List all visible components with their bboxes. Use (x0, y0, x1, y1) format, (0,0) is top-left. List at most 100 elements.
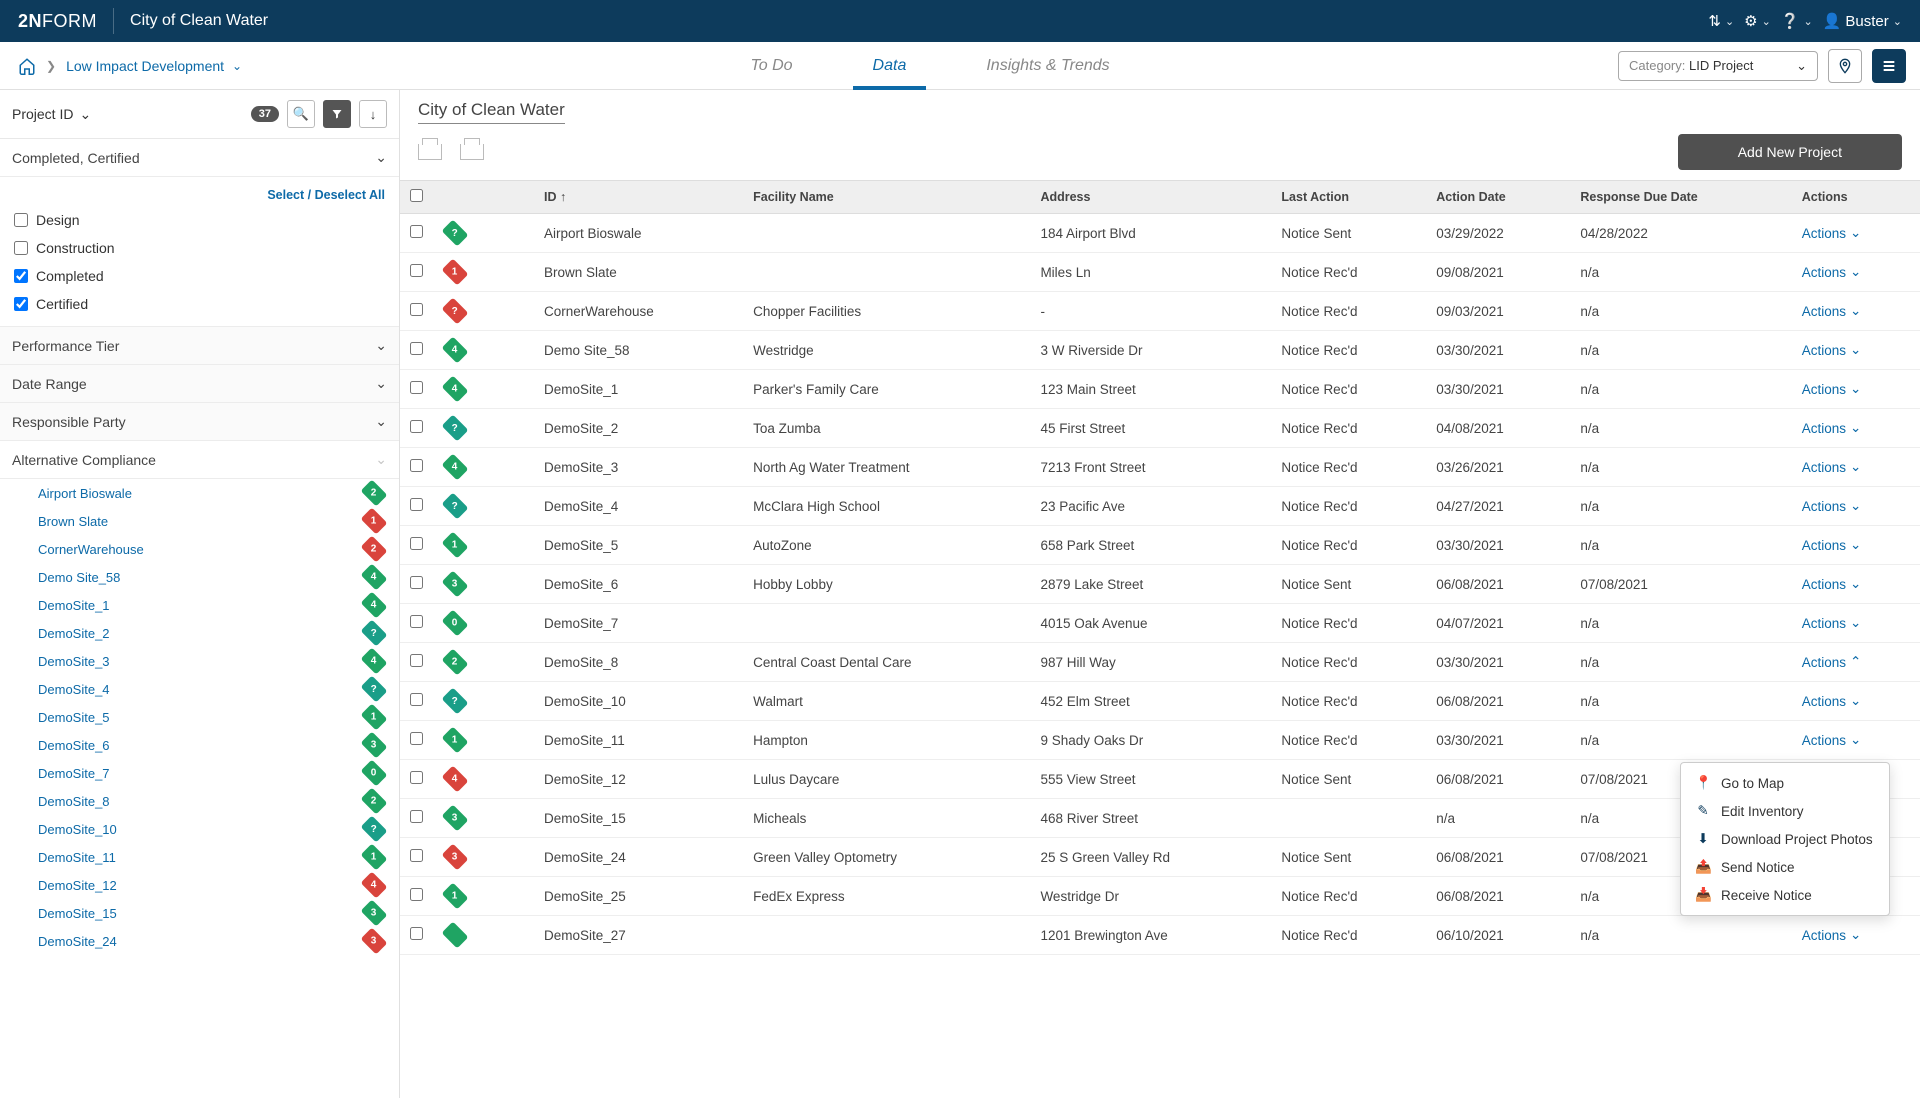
settings-menu[interactable]: ⚙⌄ (1744, 12, 1771, 30)
row-actions-dropdown[interactable]: Actions ⌄ (1802, 381, 1862, 397)
project-link[interactable]: Airport Bioswale (38, 486, 132, 501)
row-actions-dropdown[interactable]: Actions ⌄ (1802, 342, 1862, 358)
sidebar-project-item[interactable]: DemoSite_63 (28, 731, 399, 759)
project-link[interactable]: DemoSite_15 (38, 906, 117, 921)
status-section-header[interactable]: Completed, Certified ⌄ (0, 139, 399, 177)
project-link[interactable]: DemoSite_8 (38, 794, 110, 809)
row-actions-dropdown[interactable]: Actions ⌄ (1802, 303, 1862, 319)
sidebar-project-item[interactable]: Airport Bioswale2 (28, 479, 399, 507)
action-edit-inventory[interactable]: ✎Edit Inventory (1681, 797, 1889, 825)
row-checkbox[interactable] (410, 459, 423, 472)
project-link[interactable]: DemoSite_1 (38, 598, 110, 613)
download-button[interactable]: ↓ (359, 100, 387, 128)
status-checkbox-design[interactable] (14, 213, 28, 227)
row-checkbox[interactable] (410, 342, 423, 355)
row-checkbox[interactable] (410, 498, 423, 511)
project-link[interactable]: DemoSite_6 (38, 738, 110, 753)
col-facility[interactable]: Facility Name (743, 181, 1030, 214)
project-link[interactable]: DemoSite_7 (38, 766, 110, 781)
col-action-date[interactable]: Action Date (1426, 181, 1570, 214)
row-checkbox[interactable] (410, 771, 423, 784)
sidebar-project-item[interactable]: DemoSite_10? (28, 815, 399, 843)
row-actions-dropdown[interactable]: Actions ⌄ (1802, 420, 1862, 436)
sidebar-project-item[interactable]: Brown Slate1 (28, 507, 399, 535)
row-checkbox[interactable] (410, 693, 423, 706)
row-actions-dropdown[interactable]: Actions ⌄ (1802, 615, 1862, 631)
help-menu[interactable]: ❔⌄ (1781, 12, 1813, 30)
project-link[interactable]: DemoSite_5 (38, 710, 110, 725)
row-actions-dropdown[interactable]: Actions ⌄ (1802, 732, 1862, 748)
row-checkbox[interactable] (410, 381, 423, 394)
select-all-checkbox[interactable] (410, 189, 423, 202)
row-checkbox[interactable] (410, 225, 423, 238)
col-response-due[interactable]: Response Due Date (1570, 181, 1791, 214)
status-checkbox-completed[interactable] (14, 269, 28, 283)
tab-insights[interactable]: Insights & Trends (986, 42, 1109, 89)
row-actions-dropdown[interactable]: Actions ⌄ (1802, 576, 1862, 592)
row-actions-dropdown[interactable]: Actions ⌃ (1802, 654, 1862, 670)
row-checkbox[interactable] (410, 303, 423, 316)
action-download-photos[interactable]: ⬇Download Project Photos (1681, 825, 1889, 853)
sidebar-project-item[interactable]: DemoSite_70 (28, 759, 399, 787)
row-checkbox[interactable] (410, 537, 423, 550)
sidebar-project-item[interactable]: DemoSite_124 (28, 871, 399, 899)
row-actions-dropdown[interactable]: Actions ⌄ (1802, 264, 1862, 280)
sidebar-project-item[interactable]: DemoSite_111 (28, 843, 399, 871)
row-checkbox[interactable] (410, 264, 423, 277)
sidebar-project-item[interactable]: DemoSite_2? (28, 619, 399, 647)
row-checkbox[interactable] (410, 927, 423, 940)
project-link[interactable]: Brown Slate (38, 514, 108, 529)
status-checkbox-construction[interactable] (14, 241, 28, 255)
responsible-party-section[interactable]: Responsible Party⌄ (0, 403, 399, 441)
performance-tier-section[interactable]: Performance Tier⌄ (0, 327, 399, 365)
project-link[interactable]: DemoSite_24 (38, 934, 117, 949)
project-link[interactable]: DemoSite_11 (38, 850, 116, 865)
project-link[interactable]: DemoSite_4 (38, 682, 110, 697)
sidebar-project-item[interactable]: DemoSite_4? (28, 675, 399, 703)
row-actions-dropdown[interactable]: Actions ⌄ (1802, 693, 1862, 709)
project-link[interactable]: DemoSite_10 (38, 822, 117, 837)
row-checkbox[interactable] (410, 615, 423, 628)
action-receive-notice[interactable]: 📥Receive Notice (1681, 881, 1889, 909)
project-link[interactable]: DemoSite_2 (38, 626, 110, 641)
date-range-section[interactable]: Date Range⌄ (0, 365, 399, 403)
row-actions-dropdown[interactable]: Actions ⌄ (1802, 498, 1862, 514)
action-send-notice[interactable]: 📤Send Notice (1681, 853, 1889, 881)
row-actions-dropdown[interactable]: Actions ⌄ (1802, 927, 1862, 943)
alternative-compliance-section[interactable]: Alternative Compliance⌄ (0, 441, 399, 479)
inbox-icon[interactable] (460, 144, 484, 160)
status-checkbox-certified[interactable] (14, 297, 28, 311)
sidebar-project-item[interactable]: CornerWarehouse2 (28, 535, 399, 563)
sidebar-project-item[interactable]: DemoSite_243 (28, 927, 399, 955)
sidebar-project-item[interactable]: Demo Site_584 (28, 563, 399, 591)
row-checkbox[interactable] (410, 888, 423, 901)
breadcrumb-current[interactable]: Low Impact Development⌄ (66, 58, 242, 74)
row-actions-dropdown[interactable]: Actions ⌄ (1802, 537, 1862, 553)
sidebar-project-item[interactable]: DemoSite_14 (28, 591, 399, 619)
col-id[interactable]: ID ↑ (534, 181, 743, 214)
col-address[interactable]: Address (1030, 181, 1271, 214)
col-last-action[interactable]: Last Action (1271, 181, 1426, 214)
project-id-dropdown[interactable]: Project ID ⌄ (12, 106, 243, 123)
search-button[interactable]: 🔍 (287, 100, 315, 128)
project-link[interactable]: CornerWarehouse (38, 542, 144, 557)
sidebar-project-item[interactable]: DemoSite_153 (28, 899, 399, 927)
row-checkbox[interactable] (410, 654, 423, 667)
home-icon[interactable] (18, 57, 36, 75)
row-actions-dropdown[interactable]: Actions ⌄ (1802, 459, 1862, 475)
user-menu[interactable]: 👤 Buster ⌄ (1823, 12, 1902, 30)
list-view-button[interactable] (1872, 49, 1906, 83)
project-link[interactable]: Demo Site_58 (38, 570, 120, 585)
map-view-button[interactable] (1828, 49, 1862, 83)
row-checkbox[interactable] (410, 420, 423, 433)
sidebar-project-item[interactable]: DemoSite_82 (28, 787, 399, 815)
filter-button[interactable] (323, 100, 351, 128)
sidebar-project-item[interactable]: DemoSite_34 (28, 647, 399, 675)
row-actions-dropdown[interactable]: Actions ⌄ (1802, 225, 1862, 241)
sort-menu[interactable]: ⇅⌄ (1708, 12, 1734, 30)
tab-todo[interactable]: To Do (750, 42, 792, 89)
action-go-to-map[interactable]: 📍Go to Map (1681, 769, 1889, 797)
add-new-project-button[interactable]: Add New Project (1678, 134, 1902, 170)
tab-data[interactable]: Data (873, 42, 907, 89)
row-checkbox[interactable] (410, 810, 423, 823)
